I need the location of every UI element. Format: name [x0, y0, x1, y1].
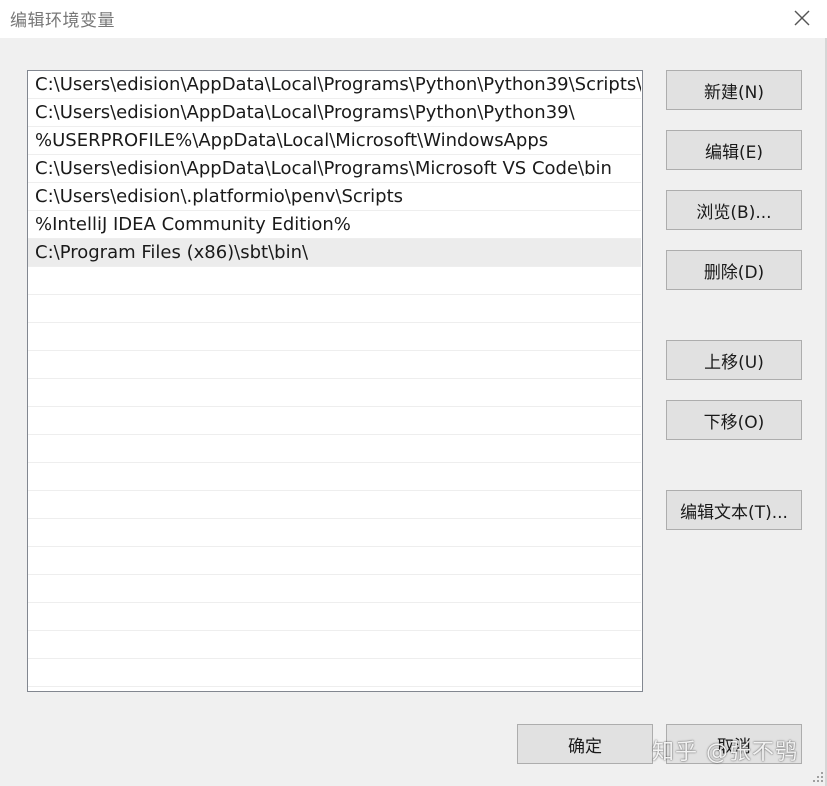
- browse-button[interactable]: 浏览(B)...: [666, 190, 802, 230]
- title-bar: 编辑环境变量: [0, 0, 827, 38]
- empty-list-row[interactable]: [28, 575, 641, 603]
- path-list-item[interactable]: C:\Users\edision\AppData\Local\Programs\…: [28, 155, 641, 183]
- empty-list-row[interactable]: [28, 435, 641, 463]
- path-list-item[interactable]: C:\Users\edision\AppData\Local\Programs\…: [28, 71, 641, 99]
- empty-list-row[interactable]: [28, 463, 641, 491]
- close-icon: [794, 10, 810, 26]
- resize-grip-icon[interactable]: [812, 771, 824, 783]
- ok-button[interactable]: 确定: [517, 724, 653, 764]
- path-list-item[interactable]: C:\Users\edision\AppData\Local\Programs\…: [28, 99, 641, 127]
- empty-list-row[interactable]: [28, 323, 641, 351]
- new-button[interactable]: 新建(N): [666, 70, 802, 110]
- move-down-button[interactable]: 下移(O): [666, 400, 802, 440]
- edit-button[interactable]: 编辑(E): [666, 130, 802, 170]
- move-up-button[interactable]: 上移(U): [666, 340, 802, 380]
- empty-list-row[interactable]: [28, 407, 641, 435]
- empty-list-row[interactable]: [28, 491, 641, 519]
- empty-list-row[interactable]: [28, 267, 641, 295]
- path-list-item[interactable]: %IntelliJ IDEA Community Edition%: [28, 211, 641, 239]
- empty-list-row[interactable]: [28, 379, 641, 407]
- empty-list-row[interactable]: [28, 351, 641, 379]
- empty-list-row[interactable]: [28, 547, 641, 575]
- path-list-item[interactable]: C:\Program Files (x86)\sbt\bin\: [28, 239, 641, 267]
- edit-environment-variable-dialog: 编辑环境变量 C:\Users\edision\AppData\Local\Pr…: [0, 0, 827, 786]
- empty-list-row[interactable]: [28, 519, 641, 547]
- path-list-item[interactable]: C:\Users\edision\.platformio\penv\Script…: [28, 183, 641, 211]
- empty-list-row[interactable]: [28, 603, 641, 631]
- watermark: 知乎 @张不鸮: [652, 740, 798, 765]
- path-list[interactable]: C:\Users\edision\AppData\Local\Programs\…: [27, 70, 643, 692]
- dialog-title: 编辑环境变量: [10, 11, 115, 31]
- empty-list-row[interactable]: [28, 631, 641, 659]
- empty-list-row[interactable]: [28, 295, 641, 323]
- delete-button[interactable]: 删除(D): [666, 250, 802, 290]
- edit-text-button[interactable]: 编辑文本(T)...: [666, 490, 802, 530]
- path-list-item[interactable]: %USERPROFILE%\AppData\Local\Microsoft\Wi…: [28, 127, 641, 155]
- close-button[interactable]: [787, 4, 817, 32]
- empty-list-row[interactable]: [28, 659, 641, 687]
